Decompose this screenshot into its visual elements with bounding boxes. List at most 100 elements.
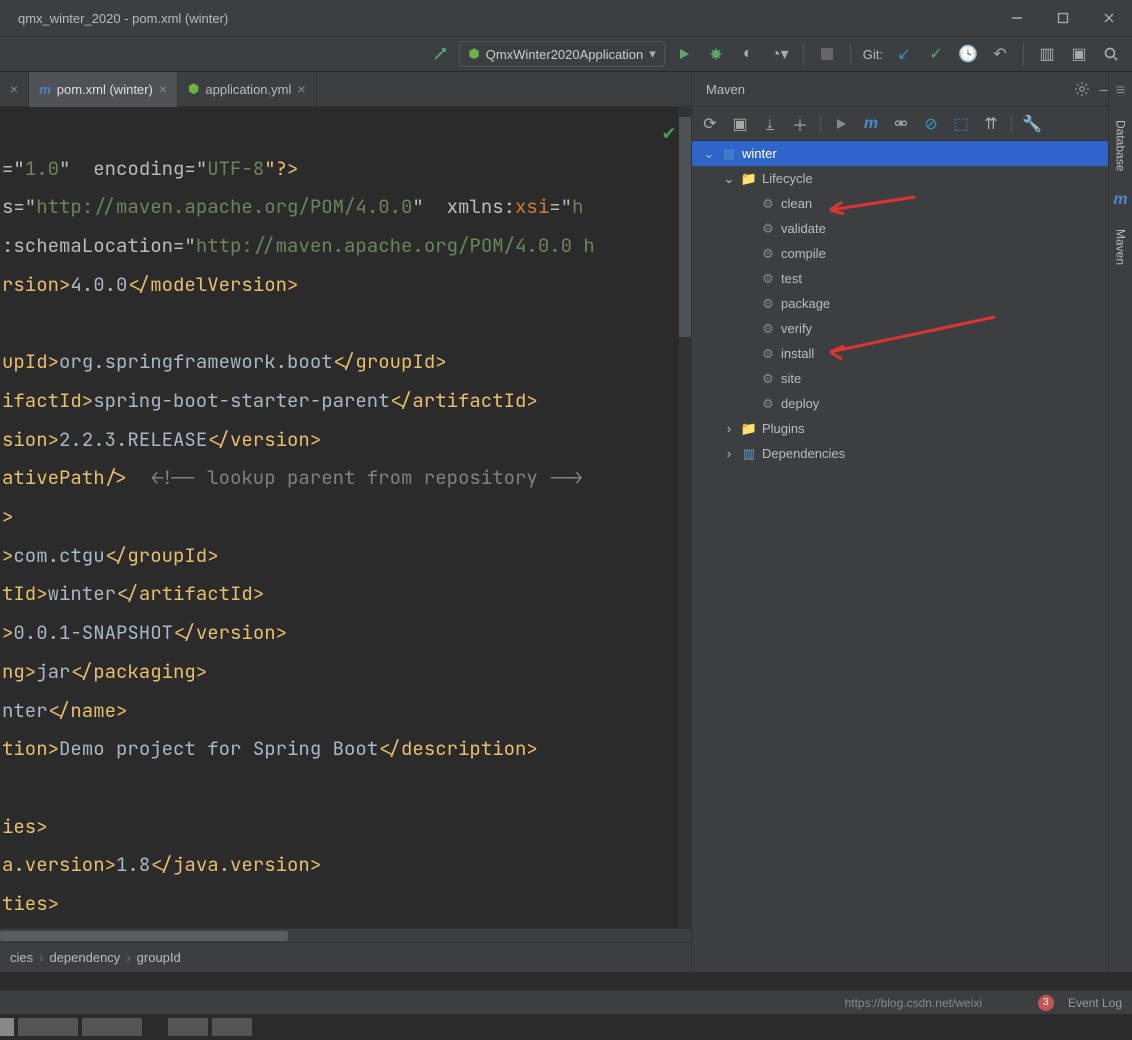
git-rollback-button[interactable]: ↶: [987, 41, 1013, 67]
folder-icon: 📁: [741, 171, 757, 187]
maven-panel-title: Maven: [706, 82, 745, 97]
gear-icon: ⚙: [760, 396, 776, 412]
goal-label: test: [781, 271, 802, 286]
window-maximize-button[interactable]: [1040, 0, 1086, 36]
dropdown-icon: ▾: [649, 46, 656, 62]
gear-icon: ⚙: [760, 371, 776, 387]
goal-label: site: [781, 371, 801, 386]
folder-icon: 📁: [741, 421, 757, 437]
maven-tool-tab[interactable]: Maven: [1114, 223, 1128, 271]
maven-tool-window: Maven — ⟳ ▣ ↓ ＋ m ⚮ ⊘ ⬚ ⇈ 🔧 ⌄ ▦ winter: [692, 72, 1132, 972]
editor-tab-pom[interactable]: m pom.xml (winter) ×: [29, 72, 178, 107]
lifecycle-goal-deploy[interactable]: ⚙ deploy: [692, 391, 1132, 416]
run-config-label: QmxWinter2020Application: [486, 47, 644, 62]
git-pull-button[interactable]: ↙: [891, 41, 917, 67]
close-icon[interactable]: ×: [10, 81, 18, 97]
spring-file-icon: ⬢: [188, 81, 199, 97]
breadcrumb-bar: cies› dependency› groupId: [0, 942, 691, 972]
git-history-button[interactable]: 🕓: [955, 41, 981, 67]
goal-label: compile: [781, 246, 826, 261]
lifecycle-goal-clean[interactable]: ⚙clean: [692, 191, 1132, 216]
generate-sources-button[interactable]: ▣: [728, 112, 752, 136]
coverage-button[interactable]: ◐: [735, 41, 761, 67]
add-maven-button[interactable]: ＋: [788, 112, 812, 136]
build-button[interactable]: [427, 41, 453, 67]
toggle-skip-tests-button[interactable]: ⊘: [919, 112, 943, 136]
tab-label: application.yml: [205, 82, 291, 97]
project-structure-button[interactable]: ▥: [1034, 41, 1060, 67]
maven-tree[interactable]: ⌄ ▦ winter ⌄ 📁 Lifecycle ⚙clean⚙validate…: [692, 141, 1132, 972]
window-close-button[interactable]: [1086, 0, 1132, 36]
window-minimize-button[interactable]: [994, 0, 1040, 36]
stop-button[interactable]: [814, 41, 840, 67]
run-maven-button[interactable]: [829, 112, 853, 136]
database-tool-tab[interactable]: Database: [1114, 114, 1128, 177]
vertical-scrollbar[interactable]: [679, 107, 691, 928]
search-everywhere-button[interactable]: [1098, 41, 1124, 67]
node-label: Dependencies: [762, 446, 845, 461]
expander-icon[interactable]: ⌄: [702, 147, 716, 161]
lifecycle-goal-package[interactable]: ⚙ package: [692, 291, 1132, 316]
goal-label: package: [781, 296, 830, 311]
main-toolbar: ⬢ QmxWinter2020Application ▾ ◐ ◔▾ Git: ↙…: [0, 36, 1132, 72]
expander-icon[interactable]: ⌄: [722, 172, 736, 186]
footer-strip: [0, 1014, 1132, 1040]
download-sources-button[interactable]: ↓: [758, 112, 782, 136]
maven-module-icon: ▦: [721, 146, 737, 162]
execute-goal-button[interactable]: m: [859, 112, 883, 136]
collapse-all-button[interactable]: ⇈: [979, 112, 1003, 136]
database-tool-icon[interactable]: ≡: [1116, 82, 1125, 100]
maven-tool-icon[interactable]: m: [1113, 191, 1127, 209]
editor-tab-bar: × m pom.xml (winter) × ⬢ application.yml…: [0, 72, 691, 107]
maven-root-node[interactable]: ⌄ ▦ winter: [692, 141, 1132, 166]
goal-label: install: [781, 346, 814, 361]
dependencies-icon: ▥: [741, 446, 757, 462]
lifecycle-goal-verify[interactable]: ⚙verify: [692, 316, 1132, 341]
code-editor[interactable]: ="1.0" encoding="UTF-8"?> s="http://mave…: [0, 107, 691, 928]
maven-settings-button[interactable]: 🔧: [1020, 112, 1044, 136]
breadcrumb-item[interactable]: cies: [10, 950, 33, 965]
horizontal-scrollbar[interactable]: [0, 928, 691, 942]
dependencies-node[interactable]: › ▥ Dependencies: [692, 441, 1132, 466]
close-icon[interactable]: ×: [297, 81, 305, 97]
inspection-ok-icon[interactable]: ✔: [663, 113, 675, 152]
lifecycle-goal-validate[interactable]: ⚙validate: [692, 216, 1132, 241]
closed-tab-remnant[interactable]: ×: [0, 72, 29, 107]
lifecycle-goal-compile[interactable]: ⚙compile: [692, 241, 1132, 266]
goal-label: deploy: [781, 396, 819, 411]
git-commit-button[interactable]: ✓: [923, 41, 949, 67]
node-label: Plugins: [762, 421, 805, 436]
breadcrumb-item[interactable]: groupId: [137, 950, 181, 965]
gear-icon: ⚙: [760, 296, 776, 312]
expander-icon[interactable]: ›: [722, 447, 736, 461]
node-label: Lifecycle: [762, 171, 813, 186]
gear-icon: ⚙: [760, 271, 776, 287]
toggle-maximize-button[interactable]: ▣: [1066, 41, 1092, 67]
plugins-node[interactable]: › 📁 Plugins: [692, 416, 1132, 441]
event-log-button[interactable]: Event Log: [1068, 996, 1122, 1010]
profile-button[interactable]: ◔▾: [767, 41, 793, 67]
lifecycle-goal-test[interactable]: ⚙ test: [692, 266, 1132, 291]
run-config-selector[interactable]: ⬢ QmxWinter2020Application ▾: [459, 41, 664, 67]
show-deps-button[interactable]: ⬚: [949, 112, 973, 136]
toggle-offline-button[interactable]: ⚮: [889, 112, 913, 136]
lifecycle-node[interactable]: ⌄ 📁 Lifecycle: [692, 166, 1132, 191]
notification-badge[interactable]: 3: [1038, 995, 1054, 1011]
tool-window-header: Maven —: [692, 72, 1132, 107]
git-label: Git:: [863, 47, 883, 62]
settings-icon[interactable]: [1070, 77, 1094, 101]
close-icon[interactable]: ×: [159, 81, 167, 97]
goal-label: verify: [781, 321, 812, 336]
lifecycle-goal-install[interactable]: ⚙install: [692, 341, 1132, 366]
breadcrumb-item[interactable]: dependency: [49, 950, 120, 965]
expander-icon[interactable]: ›: [722, 422, 736, 436]
debug-button[interactable]: [703, 41, 729, 67]
maven-toolbar: ⟳ ▣ ↓ ＋ m ⚮ ⊘ ⬚ ⇈ 🔧: [692, 107, 1132, 141]
editor-tab-application-yml[interactable]: ⬢ application.yml ×: [178, 72, 317, 107]
goal-label: clean: [781, 196, 812, 211]
window-titlebar: qmx_winter_2020 - pom.xml (winter): [0, 0, 1132, 36]
reimport-button[interactable]: ⟳: [698, 112, 722, 136]
lifecycle-goal-site[interactable]: ⚙ site: [692, 366, 1132, 391]
spring-icon: ⬢: [468, 46, 479, 62]
run-button[interactable]: [671, 41, 697, 67]
